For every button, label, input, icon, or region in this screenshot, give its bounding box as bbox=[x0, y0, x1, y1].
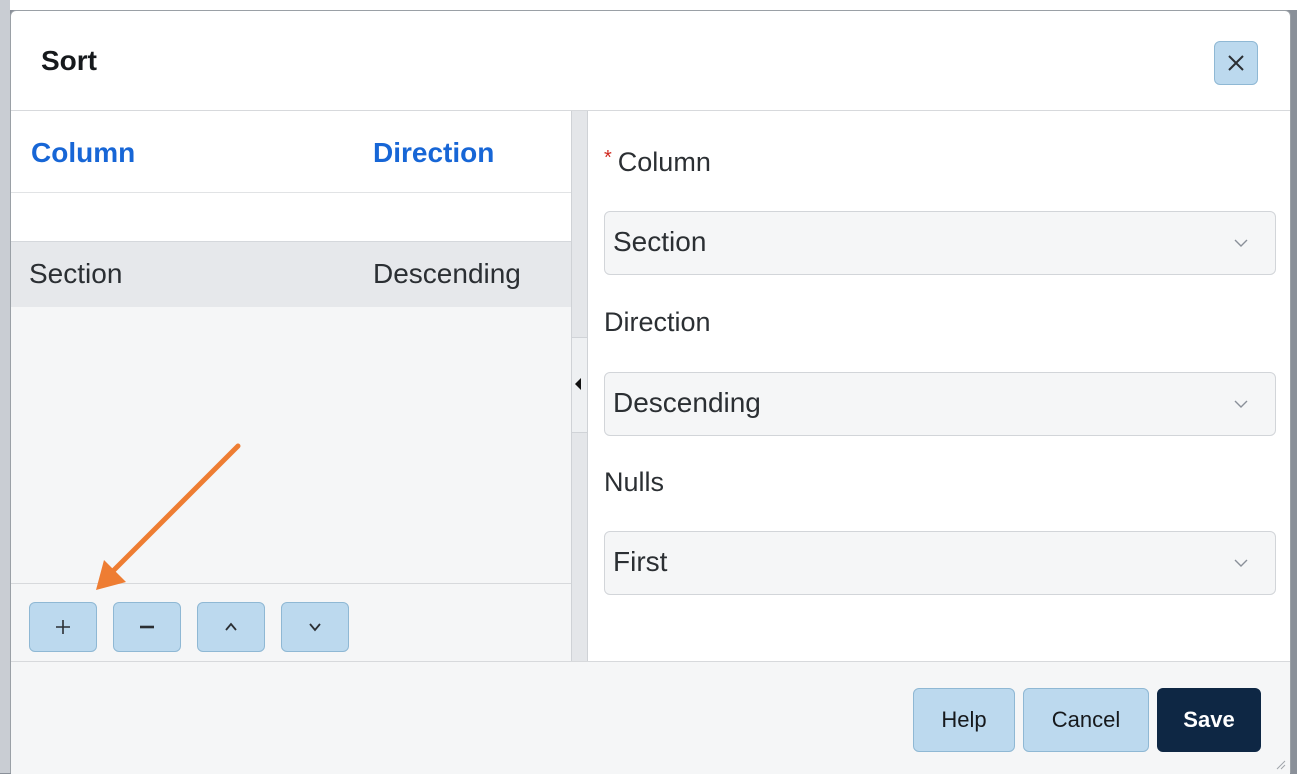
required-mark: * bbox=[604, 147, 612, 169]
nulls-field-label: Nulls bbox=[604, 467, 665, 497]
dialog-footer: Help Cancel Save bbox=[11, 661, 1290, 774]
move-up-button[interactable] bbox=[197, 602, 265, 652]
sort-list-header: Column Direction bbox=[11, 111, 571, 193]
column-field-label: * Column bbox=[604, 147, 711, 178]
chevron-down-icon bbox=[1234, 239, 1248, 247]
splitter-handle[interactable] bbox=[572, 337, 587, 433]
sort-list-toolbar bbox=[11, 583, 571, 661]
chevron-up-icon bbox=[225, 622, 237, 631]
minus-icon bbox=[140, 625, 154, 629]
sort-detail-panel: * Column Section Direction Descending Nul… bbox=[588, 111, 1290, 661]
close-button[interactable] bbox=[1214, 41, 1258, 85]
list-empty-area bbox=[11, 307, 571, 583]
resize-grip-icon[interactable] bbox=[1274, 758, 1286, 770]
dialog-titlebar: Sort bbox=[11, 11, 1290, 111]
direction-select-value: Descending bbox=[613, 387, 761, 418]
nulls-select[interactable]: First bbox=[604, 531, 1276, 595]
help-button[interactable]: Help bbox=[913, 688, 1015, 752]
table-row[interactable]: Section Descending bbox=[11, 241, 571, 307]
list-spacer bbox=[11, 193, 571, 241]
row-column-cell: Section bbox=[29, 258, 123, 289]
column-select-value: Section bbox=[613, 226, 707, 257]
column-select[interactable]: Section bbox=[604, 211, 1276, 275]
close-icon bbox=[1228, 55, 1244, 71]
background-top bbox=[0, 0, 1297, 10]
sort-dialog: Sort Column Direction Section Descending bbox=[10, 10, 1291, 774]
direction-field-label: Direction bbox=[604, 307, 711, 337]
direction-header[interactable]: Direction bbox=[373, 137, 494, 169]
dialog-title: Sort bbox=[41, 45, 97, 76]
add-sort-button[interactable] bbox=[29, 602, 97, 652]
column-label-text: Column bbox=[617, 147, 711, 177]
sort-list: Section Descending bbox=[11, 193, 571, 583]
column-header[interactable]: Column bbox=[31, 137, 135, 169]
direction-select[interactable]: Descending bbox=[604, 372, 1276, 436]
cancel-button[interactable]: Cancel bbox=[1023, 688, 1149, 752]
remove-sort-button[interactable] bbox=[113, 602, 181, 652]
plus-icon bbox=[56, 620, 70, 634]
panel-splitter[interactable] bbox=[571, 111, 588, 661]
chevron-down-icon bbox=[309, 623, 321, 632]
nulls-select-value: First bbox=[613, 546, 668, 577]
row-direction-cell: Descending bbox=[373, 258, 521, 289]
collapse-left-icon[interactable] bbox=[575, 378, 581, 390]
chevron-down-icon bbox=[1234, 559, 1248, 567]
move-down-button[interactable] bbox=[281, 602, 349, 652]
chevron-down-icon bbox=[1234, 400, 1248, 408]
sort-list-panel: Column Direction Section Descending bbox=[11, 111, 571, 661]
background-left bbox=[0, 0, 10, 773]
save-button[interactable]: Save bbox=[1157, 688, 1261, 752]
